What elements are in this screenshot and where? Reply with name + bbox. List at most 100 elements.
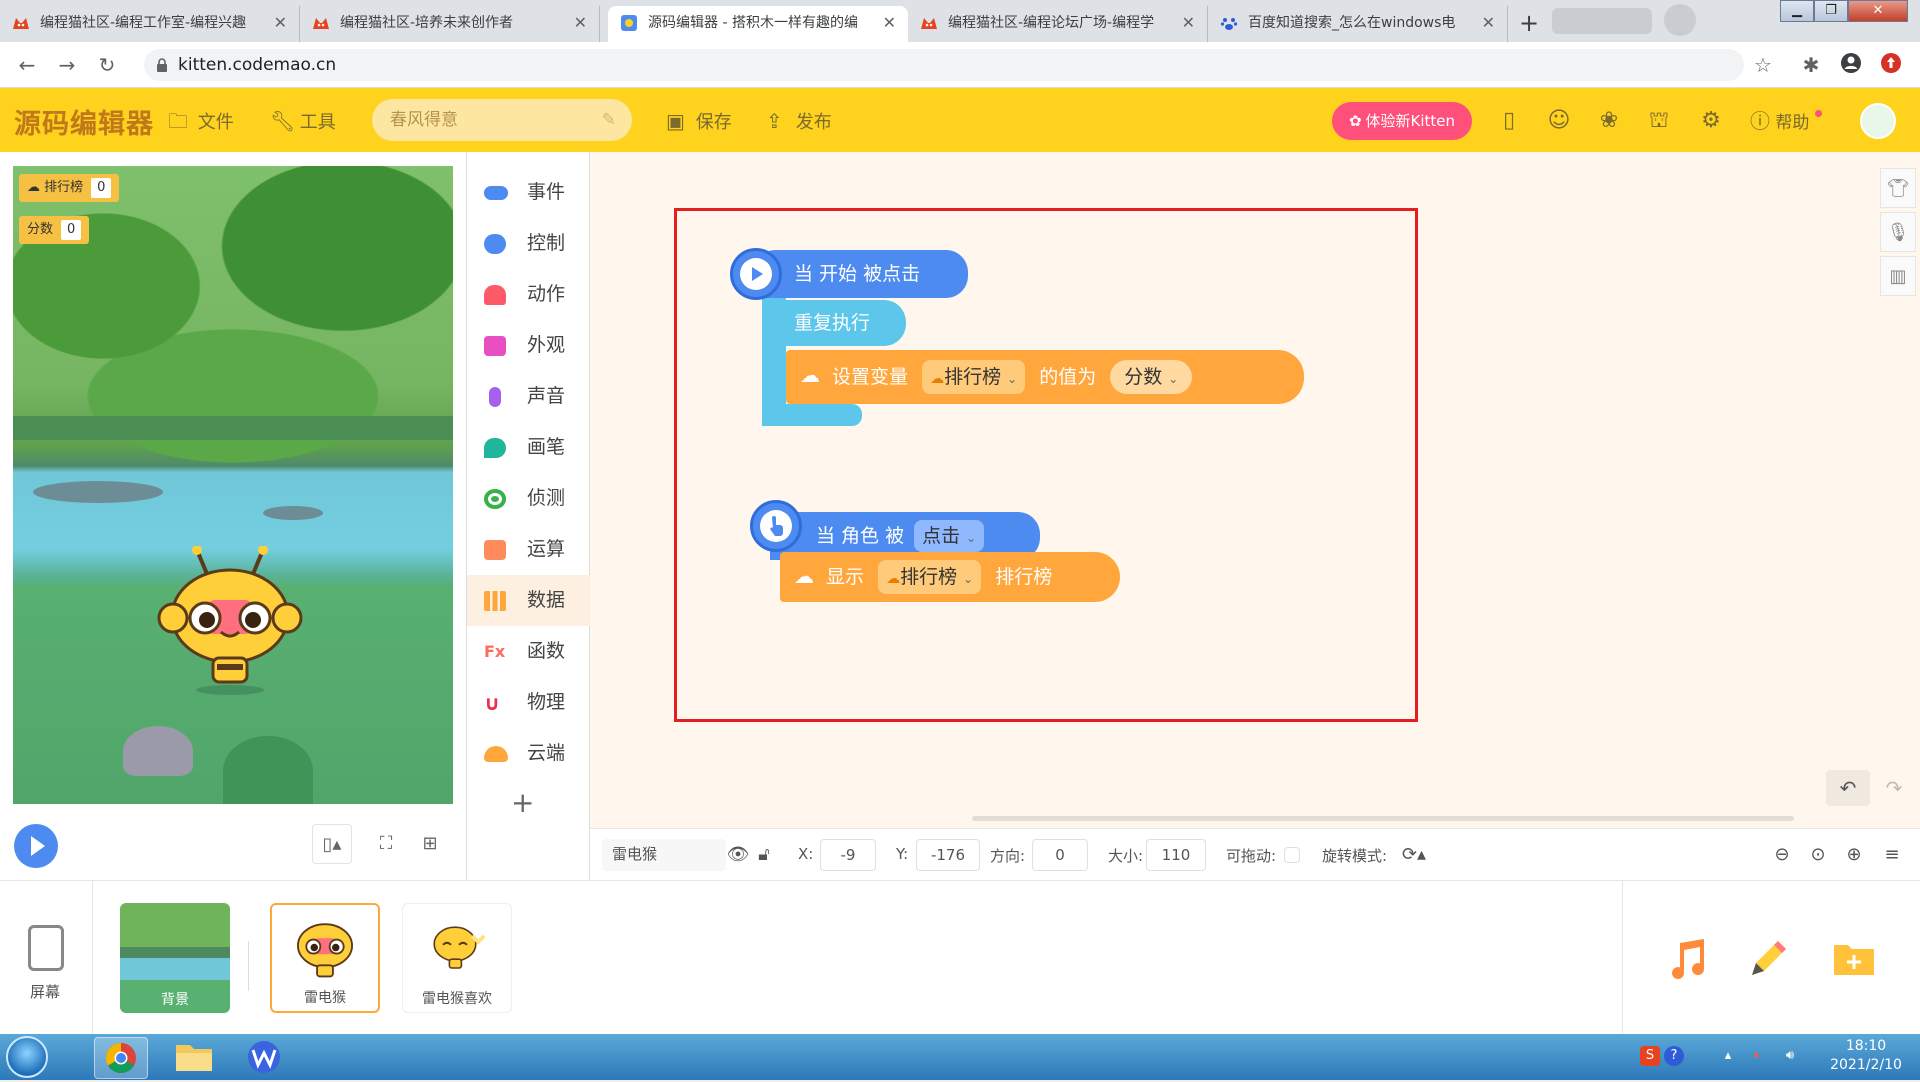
add-folder-icon[interactable]	[1830, 935, 1878, 983]
browser-tab[interactable]: 百度知道搜索_怎么在windows电 ✕	[1208, 6, 1508, 42]
visibility-eye-icon[interactable]: 👁︎	[724, 841, 752, 869]
user-avatar[interactable]	[1860, 103, 1896, 139]
back-icon[interactable]: ←	[14, 52, 40, 78]
close-icon[interactable]: ✕	[1482, 6, 1495, 40]
zoom-in-icon[interactable]: ⊕	[1840, 841, 1868, 869]
event-dropdown[interactable]: 点击 ⌄	[914, 520, 985, 552]
thunder-monkey-sprite[interactable]	[155, 546, 305, 696]
stage-canvas[interactable]: ☁ 排行榜 0 分数 0	[13, 166, 453, 804]
value-slot[interactable]: 分数 ⌄	[1110, 360, 1193, 394]
category-events[interactable]: 事件	[467, 167, 590, 218]
repeat-forever-block[interactable]: 重复执行	[762, 300, 906, 346]
browser-tab-active[interactable]: 源码编辑器 - 搭积木一样有趣的编 ✕	[608, 6, 908, 42]
play-button[interactable]	[14, 824, 58, 868]
category-control[interactable]: 控制	[467, 218, 590, 269]
add-sound-music-icon[interactable]	[1664, 935, 1712, 983]
windows-start-icon[interactable]	[6, 1036, 48, 1078]
zoom-reset-icon[interactable]: ⊙	[1804, 841, 1832, 869]
settings-gear-icon[interactable]: ⚙	[1696, 106, 1726, 136]
close-icon[interactable]: ✕	[883, 6, 896, 40]
category-sensing[interactable]: 侦测	[467, 473, 590, 524]
direction-input[interactable]: 0	[1032, 839, 1088, 871]
rotation-mode-icon[interactable]: ⟳▴	[1396, 841, 1432, 869]
close-icon[interactable]: ✕	[274, 6, 287, 40]
category-operators[interactable]: 运算	[467, 524, 590, 575]
category-sound[interactable]: 声音	[467, 371, 590, 422]
zoom-out-icon[interactable]: ⊖	[1768, 841, 1796, 869]
close-window-icon[interactable]: ✕	[1848, 0, 1908, 22]
close-icon[interactable]: ✕	[574, 6, 587, 40]
new-tab-icon[interactable]: +	[1514, 8, 1544, 38]
project-name-input[interactable]: 春风得意 ✎	[372, 99, 632, 141]
browser-tab[interactable]: 编程猫社区-编程论坛广场-编程学 ✕	[908, 6, 1208, 42]
category-looks[interactable]: 外观	[467, 320, 590, 371]
maximize-icon[interactable]: ❐	[1814, 0, 1848, 22]
show-variable-block[interactable]: ☁ 显示 ☁排行榜 ⌄ 排行榜	[780, 552, 1120, 602]
screen-device-icon[interactable]	[28, 925, 64, 971]
tablet-preview-icon[interactable]: ▯	[1494, 106, 1524, 136]
add-extension-icon[interactable]: +	[511, 786, 534, 819]
browser-tab[interactable]: 编程猫社区-培养未来创作者 ✕	[300, 6, 600, 42]
sprite-card-thunder-monkey[interactable]: 雷电猴	[270, 903, 380, 1013]
category-motion[interactable]: 动作	[467, 269, 590, 320]
show-hidden-icons[interactable]: ▴	[1718, 1046, 1738, 1066]
variables-chart-icon[interactable]: ▥	[1880, 256, 1916, 296]
costume-shirt-icon[interactable]: 👕︎	[1880, 168, 1916, 208]
redo-icon[interactable]: ↷	[1872, 770, 1916, 806]
taskbar-wps[interactable]	[238, 1037, 290, 1077]
sprite-card-background[interactable]: 背景	[120, 903, 230, 1013]
y-input[interactable]: -176	[916, 839, 980, 871]
tools-menu[interactable]: 🔧︎ 工具	[270, 108, 336, 134]
variable-dropdown[interactable]: ☁排行榜 ⌄	[878, 560, 982, 594]
taskbar-chrome[interactable]	[94, 1037, 148, 1079]
set-variable-block[interactable]: ☁ 设置变量 ☁排行榜 ⌄ 的值为 分数 ⌄	[786, 350, 1304, 404]
category-cloud[interactable]: 云端	[467, 728, 590, 779]
variable-monitor-score[interactable]: 分数 0	[19, 216, 90, 244]
speaker-icon[interactable]: 🔊︎	[1780, 1046, 1800, 1066]
help-tray-icon[interactable]: ?	[1664, 1046, 1684, 1066]
when-start-clicked-block[interactable]: 当 开始 被点击	[750, 250, 968, 298]
draggable-checkbox[interactable]	[1284, 847, 1300, 863]
minimize-icon[interactable]: ▁	[1780, 0, 1814, 22]
extensions-puzzle-icon[interactable]: ✱	[1798, 52, 1824, 78]
category-functions[interactable]: Fx 函数	[467, 626, 590, 677]
code-workspace[interactable]: 重复执行 当 开始 被点击 ☁ 设置变量 ☁排行榜 ⌄ 的值为 分数 ⌄ 当 角色 …	[590, 152, 1920, 828]
close-icon[interactable]: ✕	[1182, 6, 1195, 40]
save-button[interactable]: ▣ 保存	[666, 108, 732, 134]
reload-icon[interactable]: ↻	[94, 52, 120, 78]
help-button[interactable]: ⓘ 帮助	[1750, 106, 1822, 136]
x-input[interactable]: -9	[820, 839, 876, 871]
category-pen[interactable]: 画笔	[467, 422, 590, 473]
robot-icon[interactable]: ☺	[1544, 106, 1574, 136]
undo-icon[interactable]: ↶	[1826, 770, 1870, 806]
publish-button[interactable]: ⇪ 发布	[766, 108, 832, 134]
account-icon[interactable]	[1838, 52, 1864, 78]
sound-mic-icon[interactable]: 🎙︎	[1880, 212, 1916, 252]
extensions-icon[interactable]: ❀	[1594, 106, 1624, 136]
browser-tab[interactable]: 编程猫社区-编程工作室-编程兴趣 ✕	[0, 6, 300, 42]
url-field[interactable]: kitten.codemao.cn	[144, 49, 1744, 81]
size-input[interactable]: 110	[1146, 839, 1206, 871]
try-new-kitten-button[interactable]: ✿ 体验新Kitten	[1332, 102, 1472, 140]
category-physics[interactable]: ∪ 物理	[467, 677, 590, 728]
grid-icon[interactable]: ⊞	[410, 824, 450, 864]
gift-icon[interactable]: ⛫	[1644, 106, 1674, 136]
system-clock[interactable]: 18:10 2021/2/10	[1818, 1037, 1914, 1075]
sprite-name-input[interactable]: 雷电猴	[602, 839, 726, 871]
update-icon[interactable]	[1878, 52, 1904, 78]
horizontal-scrollbar[interactable]	[972, 816, 1794, 821]
variable-dropdown[interactable]: ☁排行榜 ⌄	[922, 360, 1026, 394]
taskbar-explorer[interactable]	[168, 1037, 220, 1077]
forward-icon[interactable]: →	[54, 52, 80, 78]
lock-icon[interactable]: 🔓︎	[750, 841, 778, 869]
sprite-card-monkey-love[interactable]: 雷电猴喜欢	[402, 903, 512, 1013]
paint-pencil-icon[interactable]	[1744, 935, 1792, 983]
file-menu[interactable]: 🗀 文件	[168, 108, 234, 134]
category-data[interactable]: 数据	[467, 575, 590, 626]
bookmark-star-icon[interactable]: ☆	[1750, 52, 1776, 78]
menu-icon[interactable]: ≡	[1878, 841, 1906, 869]
device-select-icon[interactable]: ▯▴	[312, 824, 352, 864]
sogou-input-icon[interactable]: S	[1640, 1046, 1660, 1066]
volume-muted-icon[interactable]: 🔈︎	[1748, 1046, 1768, 1066]
fullscreen-icon[interactable]: ⛶	[366, 824, 406, 864]
